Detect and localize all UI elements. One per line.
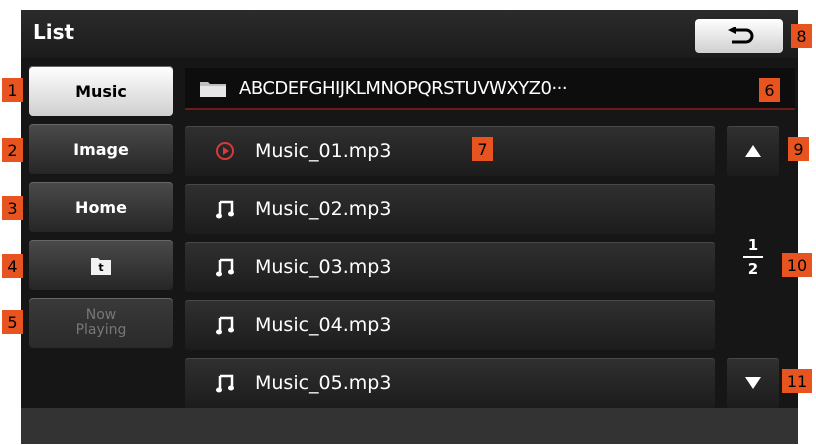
callout-badge: 1 — [2, 78, 23, 102]
folder-icon — [200, 82, 226, 97]
image-button[interactable]: Image — [29, 124, 173, 174]
callout-badge: 11 — [782, 369, 812, 393]
callout-badge: 7 — [472, 137, 493, 161]
file-item[interactable]: Music_04.mp3 — [185, 300, 715, 350]
now-playing-icon — [215, 141, 235, 161]
home-button-label: Home — [75, 197, 127, 217]
now-playing-button[interactable]: Now Playing — [29, 298, 173, 348]
file-name: Music_05.mp3 — [255, 372, 392, 394]
folder-up-icon: t — [91, 258, 111, 275]
file-name: Music_04.mp3 — [255, 314, 392, 336]
file-item[interactable]: Music_03.mp3 — [185, 242, 715, 292]
callout-badge: 6 — [759, 78, 780, 102]
now-playing-button-label: Now Playing — [75, 307, 127, 338]
page-title: List — [33, 20, 75, 44]
callout-badge: 10 — [782, 253, 812, 277]
file-name: Music_03.mp3 — [255, 256, 392, 278]
back-button[interactable] — [695, 19, 783, 53]
folder-path-bar: ABCDEFGHIJKLMNOPQRSTUVWXYZ0··· — [185, 68, 795, 110]
head-unit-screen: List Music Image Home t Now Playing ABCD… — [21, 10, 798, 444]
callout-badge: 3 — [2, 196, 23, 220]
list-content: Music Image Home t Now Playing ABCDEFGHI… — [21, 58, 798, 408]
scroll-down-button[interactable] — [727, 358, 779, 408]
callout-badge: 4 — [2, 254, 23, 278]
music-note-icon — [215, 373, 235, 393]
bottom-bar — [21, 408, 798, 444]
home-button[interactable]: Home — [29, 182, 173, 232]
file-name: Music_01.mp3 — [255, 140, 392, 162]
callout-badge: 8 — [791, 24, 812, 48]
title-bar: List — [21, 10, 798, 58]
music-note-icon — [215, 257, 235, 277]
current-page: 1 — [747, 236, 759, 254]
triangle-up-icon — [745, 145, 761, 157]
svg-text:t: t — [98, 261, 103, 274]
scroll-up-button[interactable] — [727, 126, 779, 176]
folder-path-text: ABCDEFGHIJKLMNOPQRSTUVWXYZ0··· — [239, 77, 568, 99]
music-note-icon — [215, 199, 235, 219]
page-divider — [743, 256, 763, 258]
music-button[interactable]: Music — [29, 66, 173, 116]
callout-badge: 2 — [2, 138, 23, 162]
music-note-icon — [215, 315, 235, 335]
back-arrow-icon — [728, 27, 754, 44]
file-name: Music_02.mp3 — [255, 198, 392, 220]
page-indicator: 1 2 — [727, 236, 779, 302]
file-item[interactable]: Music_05.mp3 — [185, 358, 715, 408]
triangle-down-icon — [745, 377, 761, 389]
callout-badge: 5 — [2, 310, 23, 334]
folder-up-button[interactable]: t — [29, 240, 173, 290]
file-item[interactable]: Music_02.mp3 — [185, 184, 715, 234]
file-item[interactable]: Music_01.mp3 — [185, 126, 715, 176]
music-button-label: Music — [75, 81, 127, 101]
callout-badge: 9 — [788, 137, 809, 161]
image-button-label: Image — [73, 139, 129, 159]
total-pages: 2 — [747, 260, 759, 278]
